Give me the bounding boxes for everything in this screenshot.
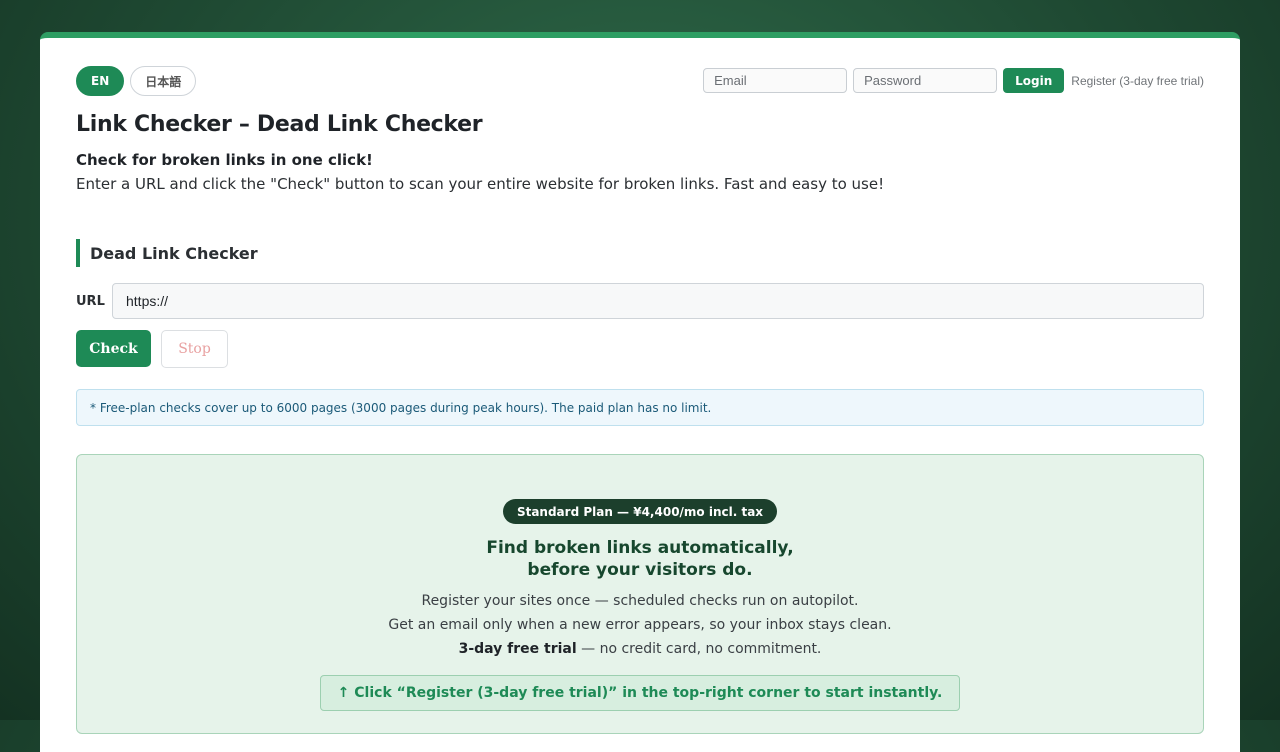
promo-line2: Get an email only when a new error appea… [388,617,892,633]
trial-bold: 3-day free trial [458,641,577,657]
main-card: EN 日本語 Login Register (3-day free trial)… [40,32,1240,752]
email-field[interactable] [703,68,848,93]
plan-badge: Standard Plan — ¥4,400/mo incl. tax [502,499,778,524]
intro-text: Enter a URL and click the "Check" button… [76,175,885,193]
trial-rest: — no credit card, no commitment. [576,641,822,657]
promo-headline-line1: Find broken links automatically, [486,538,794,558]
promo-trial-line: 3-day free trial — no credit card, no co… [388,637,891,661]
action-buttons: Check Stop [76,330,1204,368]
register-link[interactable]: Register (3-day free trial) [1071,74,1204,88]
checker-section-title: Dead Link Checker [76,239,1204,267]
free-plan-notice: * Free-plan checks cover up to 6000 page… [76,389,1204,426]
password-field[interactable] [853,68,998,93]
check-button[interactable]: Check [76,330,151,367]
url-row: URL [76,283,1204,319]
login-button[interactable]: Login [1003,68,1065,93]
stop-button[interactable]: Stop [161,330,228,368]
page-title: Link Checker – Dead Link Checker [76,112,483,137]
lang-en-button[interactable]: EN [76,66,125,96]
language-switcher: EN 日本語 [76,66,197,96]
url-input[interactable] [112,283,1204,319]
promo-line1: Register your sites once — scheduled che… [421,593,859,609]
promo-body: Register your sites once — scheduled che… [388,589,891,661]
url-label: URL [76,293,105,309]
top-bar: EN 日本語 Login Register (3-day free trial) [76,38,1204,100]
register-cta: ↑ Click “Register (3-day free trial)” in… [319,675,961,711]
tagline: Check for broken links in one click! [76,151,373,169]
login-form: Login Register (3-day free trial) [703,68,1204,93]
promo-headline-line2: before your visitors do. [527,560,753,580]
promo-headline: Find broken links automatically, before … [486,537,793,581]
lang-ja-button[interactable]: 日本語 [130,66,197,96]
promo-panel: Standard Plan — ¥4,400/mo incl. tax Find… [76,454,1204,734]
